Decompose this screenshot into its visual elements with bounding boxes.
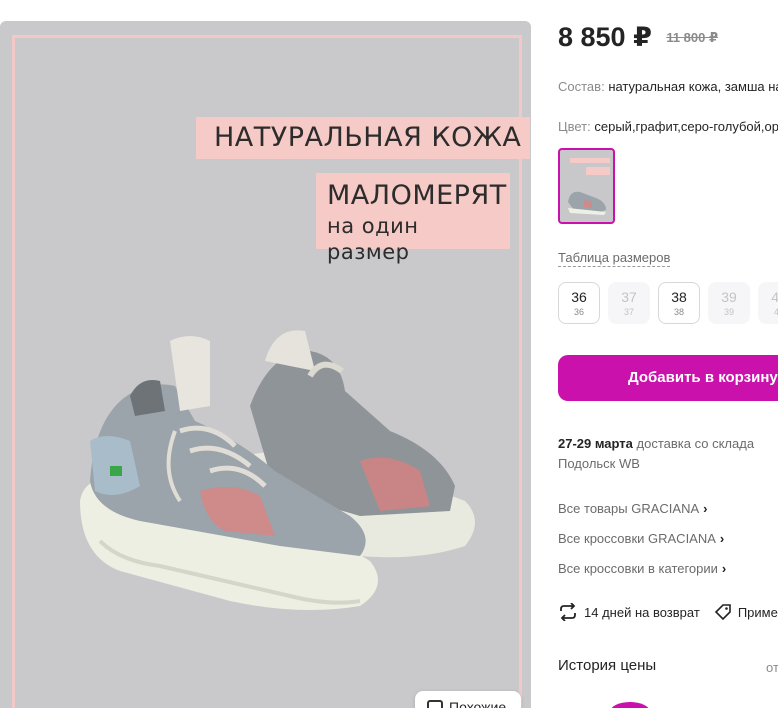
brand-sneakers-label: Все кроссовки GRACIANA [558,531,716,546]
price-block: 8 850 ₽ 11 800 ₽ [558,22,718,53]
size-option-38[interactable]: 38 38 [658,282,700,324]
color-label: Цвет: [558,119,591,134]
composition: Состав: натуральная кожа, замша натур [558,79,778,94]
product-photo[interactable]: НАТУРАЛЬНАЯ КОЖА МАЛОМЕРЯТ на один разме… [0,21,531,708]
size-sublabel: 37 [623,307,634,317]
size-label: 39 [721,289,737,305]
banner-text-one-size: на один размер [327,214,419,264]
category-sneakers-label: Все кроссовки в категории [558,561,718,576]
size-table-link[interactable]: Таблица размеров [558,250,671,267]
delivery-warehouse: Подольск WB [558,456,640,471]
chevron-right-icon: › [703,501,708,516]
size-option-40[interactable]: 40 40 [758,282,778,324]
category-sneakers-link[interactable]: Все кроссовки в категории › [558,561,726,576]
chevron-right-icon: › [719,531,725,546]
delivery-info: 27-29 марта доставка со склада Подольск … [558,434,754,474]
sneakers-image [80,330,475,610]
add-to-cart-button[interactable]: Добавить в корзину [558,355,778,401]
size-sublabel: 40 [773,307,778,317]
tag-icon [714,604,731,621]
photo-banner-natural-leather: НАТУРАЛЬНАЯ КОЖА [196,117,530,159]
features-row: 14 дней на возврат Примерка [558,603,778,621]
size-label: 36 [571,289,587,305]
price-history-title: История цены [558,657,657,674]
size-label: 37 [621,289,637,305]
return-arrows-icon [560,603,576,621]
color-value: серый,графит,серо-голубой,оранжевый [594,119,778,134]
thumb-banner-top [570,158,610,163]
all-brand-products-label: Все товары GRACIANA [558,501,700,516]
banner-text-runs-small: МАЛОМЕРЯТ [327,180,507,211]
color-variant-thumbnail[interactable] [558,148,615,224]
old-price: 11 800 ₽ [666,30,719,45]
similar-label: Похожие [449,699,507,708]
size-label: 38 [671,289,687,305]
add-to-cart-label: Добавить в корзину [628,369,778,386]
thumb-banner-bottom [586,167,610,175]
chevron-right-icon: › [721,561,727,576]
delivery-text: доставка со склада [636,436,755,451]
banner-text-natural-leather: НАТУРАЛЬНАЯ КОЖА [214,122,522,153]
similar-icon [427,700,443,708]
size-sublabel: 39 [723,307,734,317]
photo-banner-size-note: МАЛОМЕРЯТ на один размер [316,173,510,264]
price-history-from: от [766,660,778,675]
size-sublabel: 36 [573,307,584,317]
thumb-sneakers-image [568,191,606,215]
price-history-chart-marker [610,702,650,708]
composition-value: натуральная кожа, замша натур [608,79,778,94]
size-option-37[interactable]: 37 37 [608,282,650,324]
all-brand-products-link[interactable]: Все товары GRACIANA › [558,501,707,516]
size-selector: 36 36 37 37 38 38 39 39 40 40 [558,282,778,324]
fitting-label: Примерка [737,604,778,620]
delivery-dates: 27-29 марта [558,436,633,451]
return-policy-label: 14 дней на возврат [584,604,700,620]
size-sublabel: 38 [673,307,684,317]
size-option-39[interactable]: 39 39 [708,282,750,324]
size-label: 40 [771,289,778,305]
brand-sneakers-link[interactable]: Все кроссовки GRACIANA › [558,531,724,546]
color: Цвет: серый,графит,серо-голубой,оранжевы… [558,119,778,134]
current-price: 8 850 ₽ [558,22,652,52]
product-info: 8 850 ₽ 11 800 ₽ Состав: натуральная кож… [558,0,778,708]
composition-label: Состав: [558,79,605,94]
similar-button[interactable]: Похожие [415,691,521,708]
size-option-36[interactable]: 36 36 [558,282,600,324]
